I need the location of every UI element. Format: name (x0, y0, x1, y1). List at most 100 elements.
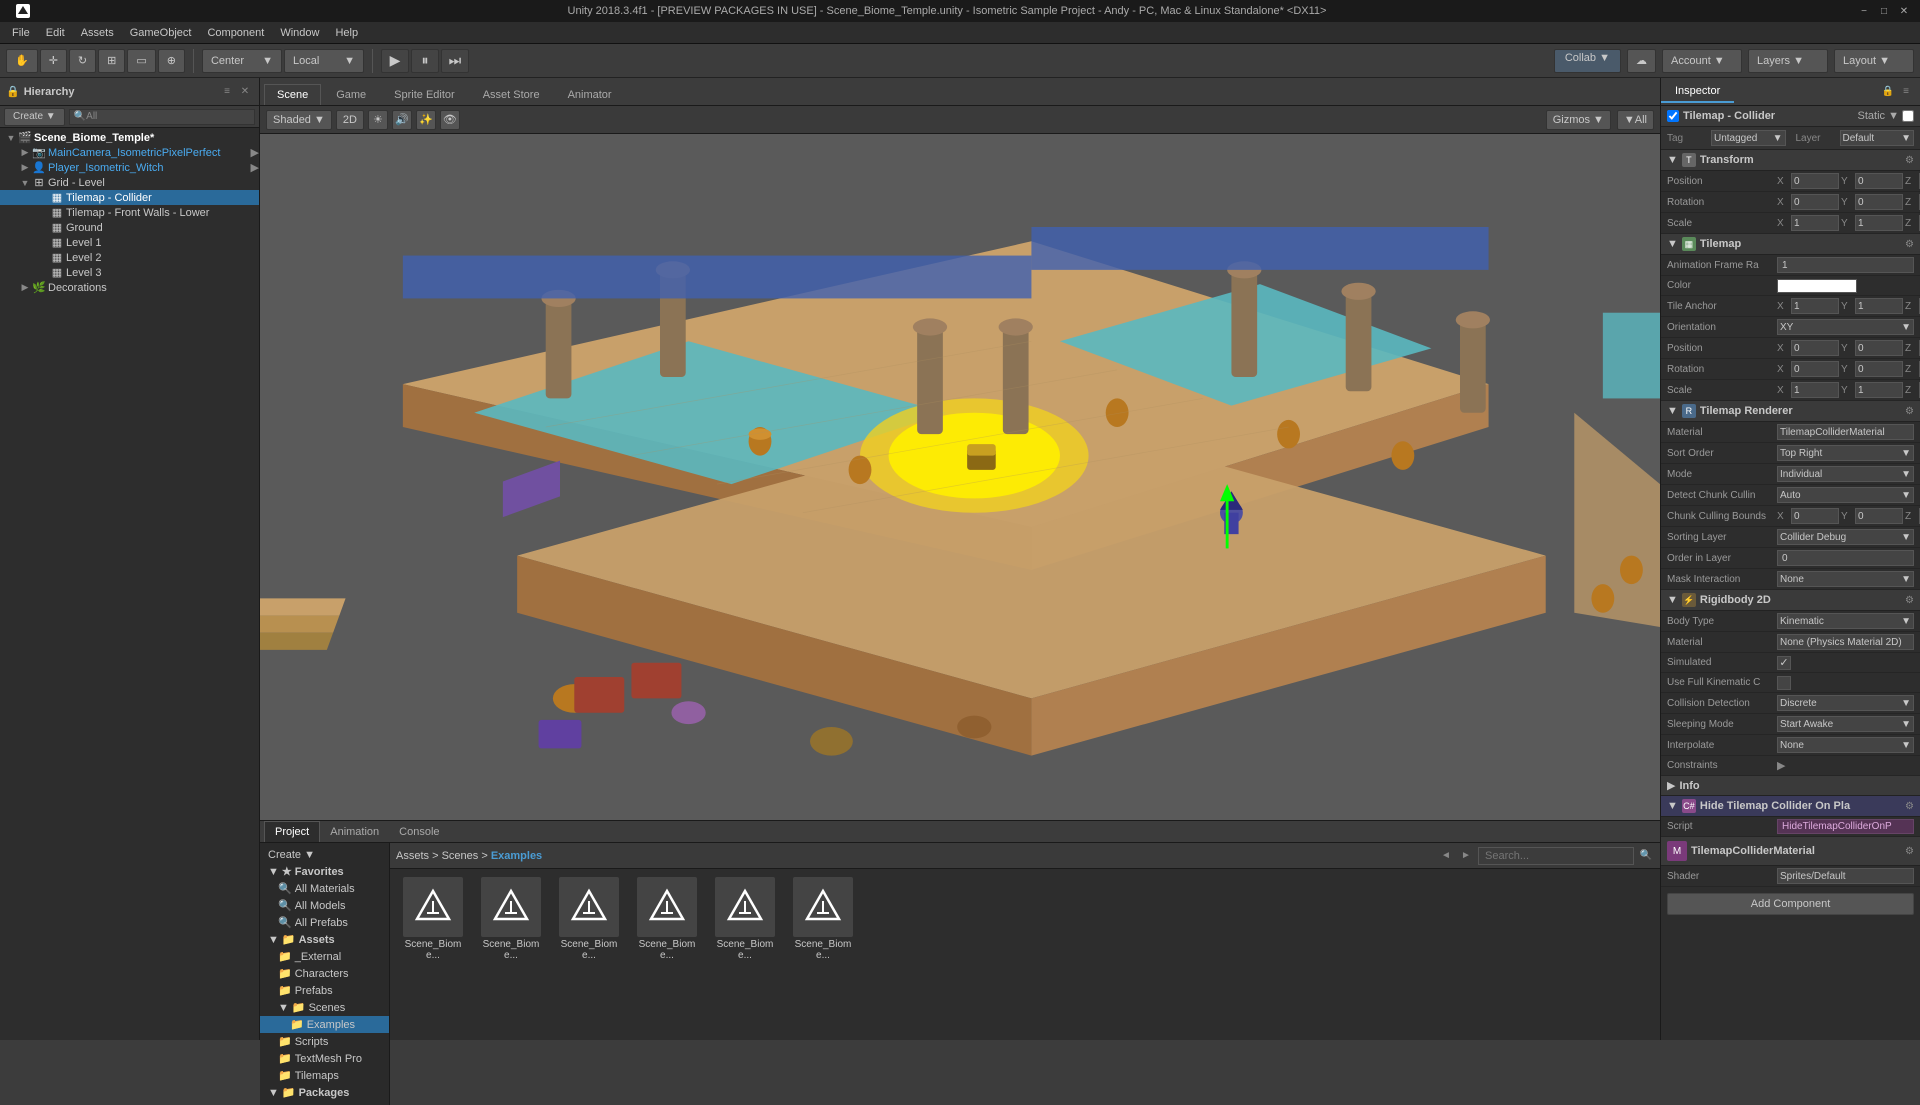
orientation-dropdown[interactable]: XY ▼ (1777, 319, 1914, 335)
sidebar-scenes[interactable]: ▼ 📁 Scenes (260, 999, 389, 1016)
minimize-button[interactable]: − (1856, 3, 1872, 19)
asset-item-4[interactable]: Scene_Biome... (632, 877, 702, 961)
inspector-lock-button[interactable]: 🔒 (1880, 84, 1896, 100)
tab-animator[interactable]: Animator (555, 84, 625, 105)
sorting-layer-dropdown[interactable]: Collider Debug ▼ (1777, 529, 1914, 545)
transform-section-header[interactable]: ▼ T Transform ⚙ (1661, 150, 1920, 171)
hierarchy-grid[interactable]: ▼ ⊞ Grid - Level (0, 175, 259, 190)
collision-detection-dropdown[interactable]: Discrete ▼ (1777, 695, 1914, 711)
sort-order-dropdown[interactable]: Top Right ▼ (1777, 445, 1914, 461)
close-button[interactable]: ✕ (1896, 3, 1912, 19)
hierarchy-decorations[interactable]: ▶ 🌿 Decorations (0, 280, 259, 295)
cc-x-input[interactable] (1791, 508, 1839, 524)
scene-audio-button[interactable]: 🔊 (392, 110, 412, 130)
menu-component[interactable]: Component (199, 25, 272, 41)
anchor-x-input[interactable] (1791, 298, 1839, 314)
play-button[interactable]: ▶ (381, 49, 409, 73)
tab-scene[interactable]: Scene (264, 84, 321, 105)
tscale-x-input[interactable] (1791, 382, 1839, 398)
body-type-dropdown[interactable]: Kinematic ▼ (1777, 613, 1914, 629)
sleeping-mode-dropdown[interactable]: Start Awake ▼ (1777, 716, 1914, 732)
hierarchy-tilemap-collider[interactable]: ▦ Tilemap - Collider (0, 190, 259, 205)
project-create-button[interactable]: Create ▼ (260, 847, 389, 863)
menu-window[interactable]: Window (272, 25, 327, 41)
tab-animation[interactable]: Animation (320, 822, 389, 842)
anchor-y-input[interactable] (1855, 298, 1903, 314)
scene-hidden-button[interactable]: 👁 (440, 110, 460, 130)
hide-tilemap-header[interactable]: ▼ C# Hide Tilemap Collider On Pla ⚙ (1661, 796, 1920, 817)
full-kinematic-checkbox[interactable] (1777, 676, 1791, 690)
order-in-layer-input[interactable] (1777, 550, 1914, 566)
layout-dropdown[interactable]: Layout ▼ (1834, 49, 1914, 73)
cloud-button[interactable]: ☁ (1627, 49, 1656, 73)
tab-sprite-editor[interactable]: Sprite Editor (381, 84, 468, 105)
hierarchy-create-button[interactable]: Create ▼ (4, 108, 65, 126)
menu-gameobject[interactable]: GameObject (122, 25, 200, 41)
scene-fx-button[interactable]: ✨ (416, 110, 436, 130)
hierarchy-close-button[interactable]: ✕ (237, 84, 253, 100)
asset-item-3[interactable]: Scene_Biome... (554, 877, 624, 961)
sidebar-tilemaps[interactable]: 📁 Tilemaps (260, 1067, 389, 1084)
tab-game[interactable]: Game (323, 84, 379, 105)
hierarchy-options-button[interactable]: ≡ (219, 84, 235, 100)
asset-item-5[interactable]: Scene_Biome... (710, 877, 780, 961)
material-section-header[interactable]: M TilemapColliderMaterial ⚙ (1661, 837, 1920, 866)
step-button[interactable]: ⏭ (441, 49, 469, 73)
hand-tool-button[interactable]: ✋ (6, 49, 38, 73)
breadcrumb-assets[interactable]: Assets (396, 850, 429, 862)
account-dropdown[interactable]: Account ▼ (1662, 49, 1742, 73)
maximize-button[interactable]: □ (1876, 3, 1892, 19)
sidebar-packages[interactable]: ▼ 📁 Packages (260, 1084, 389, 1101)
project-search-input[interactable] (1478, 847, 1634, 865)
rot-y-input[interactable] (1855, 194, 1903, 210)
sidebar-external[interactable]: 📁 _External (260, 948, 389, 965)
breadcrumb-scenes[interactable]: Scenes (442, 850, 479, 862)
scale-x-input[interactable] (1791, 215, 1839, 231)
interpolate-dropdown[interactable]: None ▼ (1777, 737, 1914, 753)
asset-item-1[interactable]: Scene_Biome... (398, 877, 468, 961)
tpos-y-input[interactable] (1855, 340, 1903, 356)
material-dropdown[interactable]: TilemapColliderMaterial (1777, 424, 1914, 440)
mode-dropdown[interactable]: Individual ▼ (1777, 466, 1914, 482)
menu-edit[interactable]: Edit (38, 25, 73, 41)
anim-frame-input[interactable] (1777, 257, 1914, 273)
2d-button[interactable]: 2D (336, 110, 364, 130)
scale-y-input[interactable] (1855, 215, 1903, 231)
hierarchy-level1[interactable]: ▦ Level 1 (0, 235, 259, 250)
menu-file[interactable]: File (4, 25, 38, 41)
trot-x-input[interactable] (1791, 361, 1839, 377)
center-dropdown[interactable]: Center ▼ (202, 49, 282, 73)
script-ref[interactable]: HideTilemapColliderOnP (1777, 819, 1914, 834)
all-dropdown[interactable]: ▼All (1617, 110, 1654, 130)
local-dropdown[interactable]: Local ▼ (284, 49, 364, 73)
rotate-tool-button[interactable]: ↻ (69, 49, 96, 73)
info-section-header[interactable]: ▶ Info (1661, 776, 1920, 796)
sidebar-scripts[interactable]: 📁 Scripts (260, 1033, 389, 1050)
hierarchy-level3[interactable]: ▦ Level 3 (0, 265, 259, 280)
shader-dropdown[interactable]: Sprites/Default (1777, 868, 1914, 884)
inspector-options-button[interactable]: ≡ (1898, 84, 1914, 100)
pos-y-input[interactable] (1855, 173, 1903, 189)
project-forward-button[interactable]: ► (1458, 848, 1474, 864)
rigidbody-section-header[interactable]: ▼ ⚡ Rigidbody 2D ⚙ (1661, 590, 1920, 611)
tab-project[interactable]: Project (264, 821, 320, 842)
detect-chunk-dropdown[interactable]: Auto ▼ (1777, 487, 1914, 503)
sidebar-all-prefabs[interactable]: 🔍 All Prefabs (260, 914, 389, 931)
tab-asset-store[interactable]: Asset Store (470, 84, 553, 105)
menu-help[interactable]: Help (327, 25, 366, 41)
static-checkbox[interactable] (1902, 110, 1914, 122)
trot-y-input[interactable] (1855, 361, 1903, 377)
rect-tool-button[interactable]: ▭ (127, 49, 155, 73)
asset-item-6[interactable]: Scene_Biome... (788, 877, 858, 961)
static-control[interactable]: Static ▼ (1858, 110, 1914, 122)
transform-tool-button[interactable]: ⊕ (158, 49, 185, 73)
sidebar-all-models[interactable]: 🔍 All Models (260, 897, 389, 914)
renderer-section-header[interactable]: ▼ R Tilemap Renderer ⚙ (1661, 401, 1920, 422)
sidebar-characters[interactable]: 📁 Characters (260, 965, 389, 982)
hierarchy-level2[interactable]: ▦ Level 2 (0, 250, 259, 265)
scene-light-button[interactable]: ☀ (368, 110, 388, 130)
hierarchy-tilemap-front[interactable]: ▦ Tilemap - Front Walls - Lower (0, 205, 259, 220)
cc-y-input[interactable] (1855, 508, 1903, 524)
add-component-button[interactable]: Add Component (1667, 893, 1914, 915)
layers-dropdown[interactable]: Layers ▼ (1748, 49, 1828, 73)
